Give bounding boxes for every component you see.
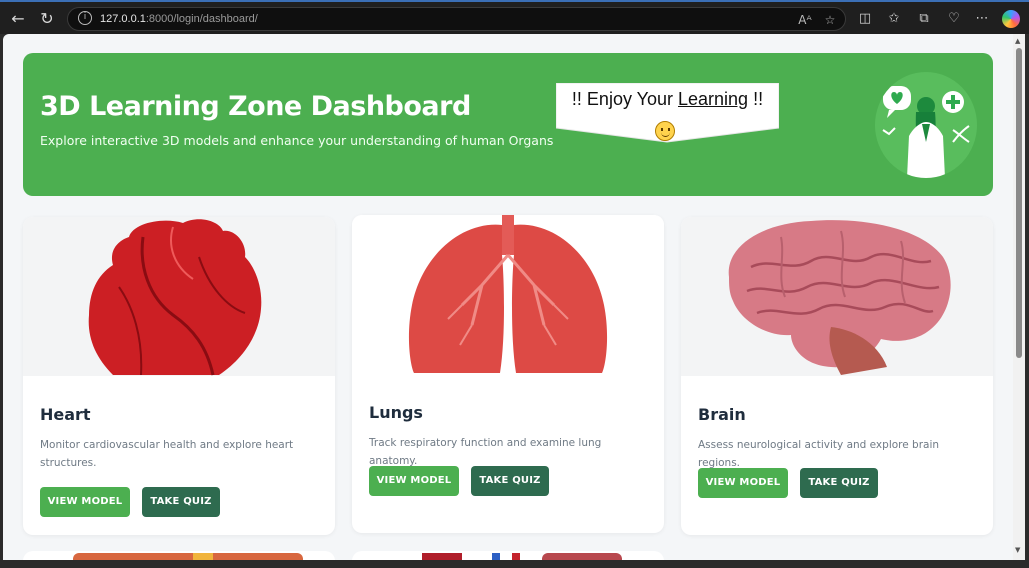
- view-model-button[interactable]: VIEW MODEL: [698, 468, 788, 498]
- browser-toolbar: ← ↻ i 127.0.0.1:8000/login/dashboard/ Aᴬ…: [0, 0, 1029, 34]
- favorites-icon[interactable]: ✩: [884, 9, 904, 29]
- scroll-up-arrow-icon[interactable]: ▲: [1015, 37, 1020, 45]
- organ-card-heart: Heart Monitor cardiovascular health and …: [23, 217, 335, 535]
- organ-card-next-1: [23, 551, 335, 560]
- organ-card-lungs: Lungs Track respiratory function and exa…: [352, 215, 664, 533]
- collections-icon[interactable]: ⧉: [914, 9, 934, 29]
- banner-prefix: !! Enjoy Your: [571, 89, 678, 109]
- take-quiz-button[interactable]: TAKE QUIZ: [142, 487, 220, 517]
- favorite-star-icon[interactable]: ☆: [821, 11, 839, 29]
- copilot-icon[interactable]: [1002, 10, 1020, 28]
- view-model-button[interactable]: VIEW MODEL: [369, 466, 459, 496]
- banner-suffix: !!: [748, 89, 764, 109]
- card-title: Brain: [698, 405, 746, 424]
- more-menu-icon[interactable]: ⋯: [972, 9, 992, 29]
- doctor-avatar-illustration: [875, 72, 977, 178]
- site-info-icon[interactable]: i: [78, 11, 92, 25]
- url-text[interactable]: 127.0.0.1:8000/login/dashboard/: [100, 13, 258, 25]
- split-screen-icon[interactable]: ◫: [855, 9, 875, 29]
- take-quiz-button[interactable]: TAKE QUIZ: [471, 466, 549, 496]
- back-arrow-icon[interactable]: ←: [7, 8, 29, 30]
- card-description: Assess neurological activity and explore…: [698, 439, 940, 469]
- card-title: Lungs: [369, 403, 423, 422]
- organ-card-next-2: [352, 551, 664, 560]
- view-model-button[interactable]: VIEW MODEL: [40, 487, 130, 517]
- page-title: 3D Learning Zone Dashboard: [40, 91, 471, 122]
- page-scrollbar[interactable]: ▲ ▼: [1013, 34, 1025, 560]
- learning-link[interactable]: Learning: [678, 89, 748, 109]
- read-aloud-icon[interactable]: Aᴬ: [796, 11, 814, 29]
- lungs-image: [352, 215, 664, 374]
- brain-image: [681, 217, 993, 376]
- scroll-down-arrow-icon[interactable]: ▼: [1015, 546, 1020, 554]
- address-bar[interactable]: i 127.0.0.1:8000/login/dashboard/ Aᴬ ☆: [67, 7, 846, 31]
- scrollbar-thumb[interactable]: [1016, 48, 1022, 358]
- smiley-face-icon: [655, 121, 675, 141]
- card-description: Track respiratory function and examine l…: [369, 437, 602, 467]
- page-viewport: 3D Learning Zone Dashboard Explore inter…: [3, 34, 1013, 560]
- hero-banner: 3D Learning Zone Dashboard Explore inter…: [23, 53, 993, 196]
- page-subtitle: Explore interactive 3D models and enhanc…: [40, 133, 554, 148]
- card-description: Monitor cardiovascular health and explor…: [40, 439, 294, 469]
- organ-card-brain: Brain Assess neurological activity and e…: [681, 217, 993, 535]
- heart-image: [23, 217, 335, 376]
- enjoy-learning-ribbon: !! Enjoy Your Learning !!: [556, 83, 779, 143]
- card-title: Heart: [40, 405, 91, 424]
- refresh-icon[interactable]: ↻: [36, 8, 58, 30]
- take-quiz-button[interactable]: TAKE QUIZ: [800, 468, 878, 498]
- browser-essentials-icon[interactable]: ♡: [944, 9, 964, 29]
